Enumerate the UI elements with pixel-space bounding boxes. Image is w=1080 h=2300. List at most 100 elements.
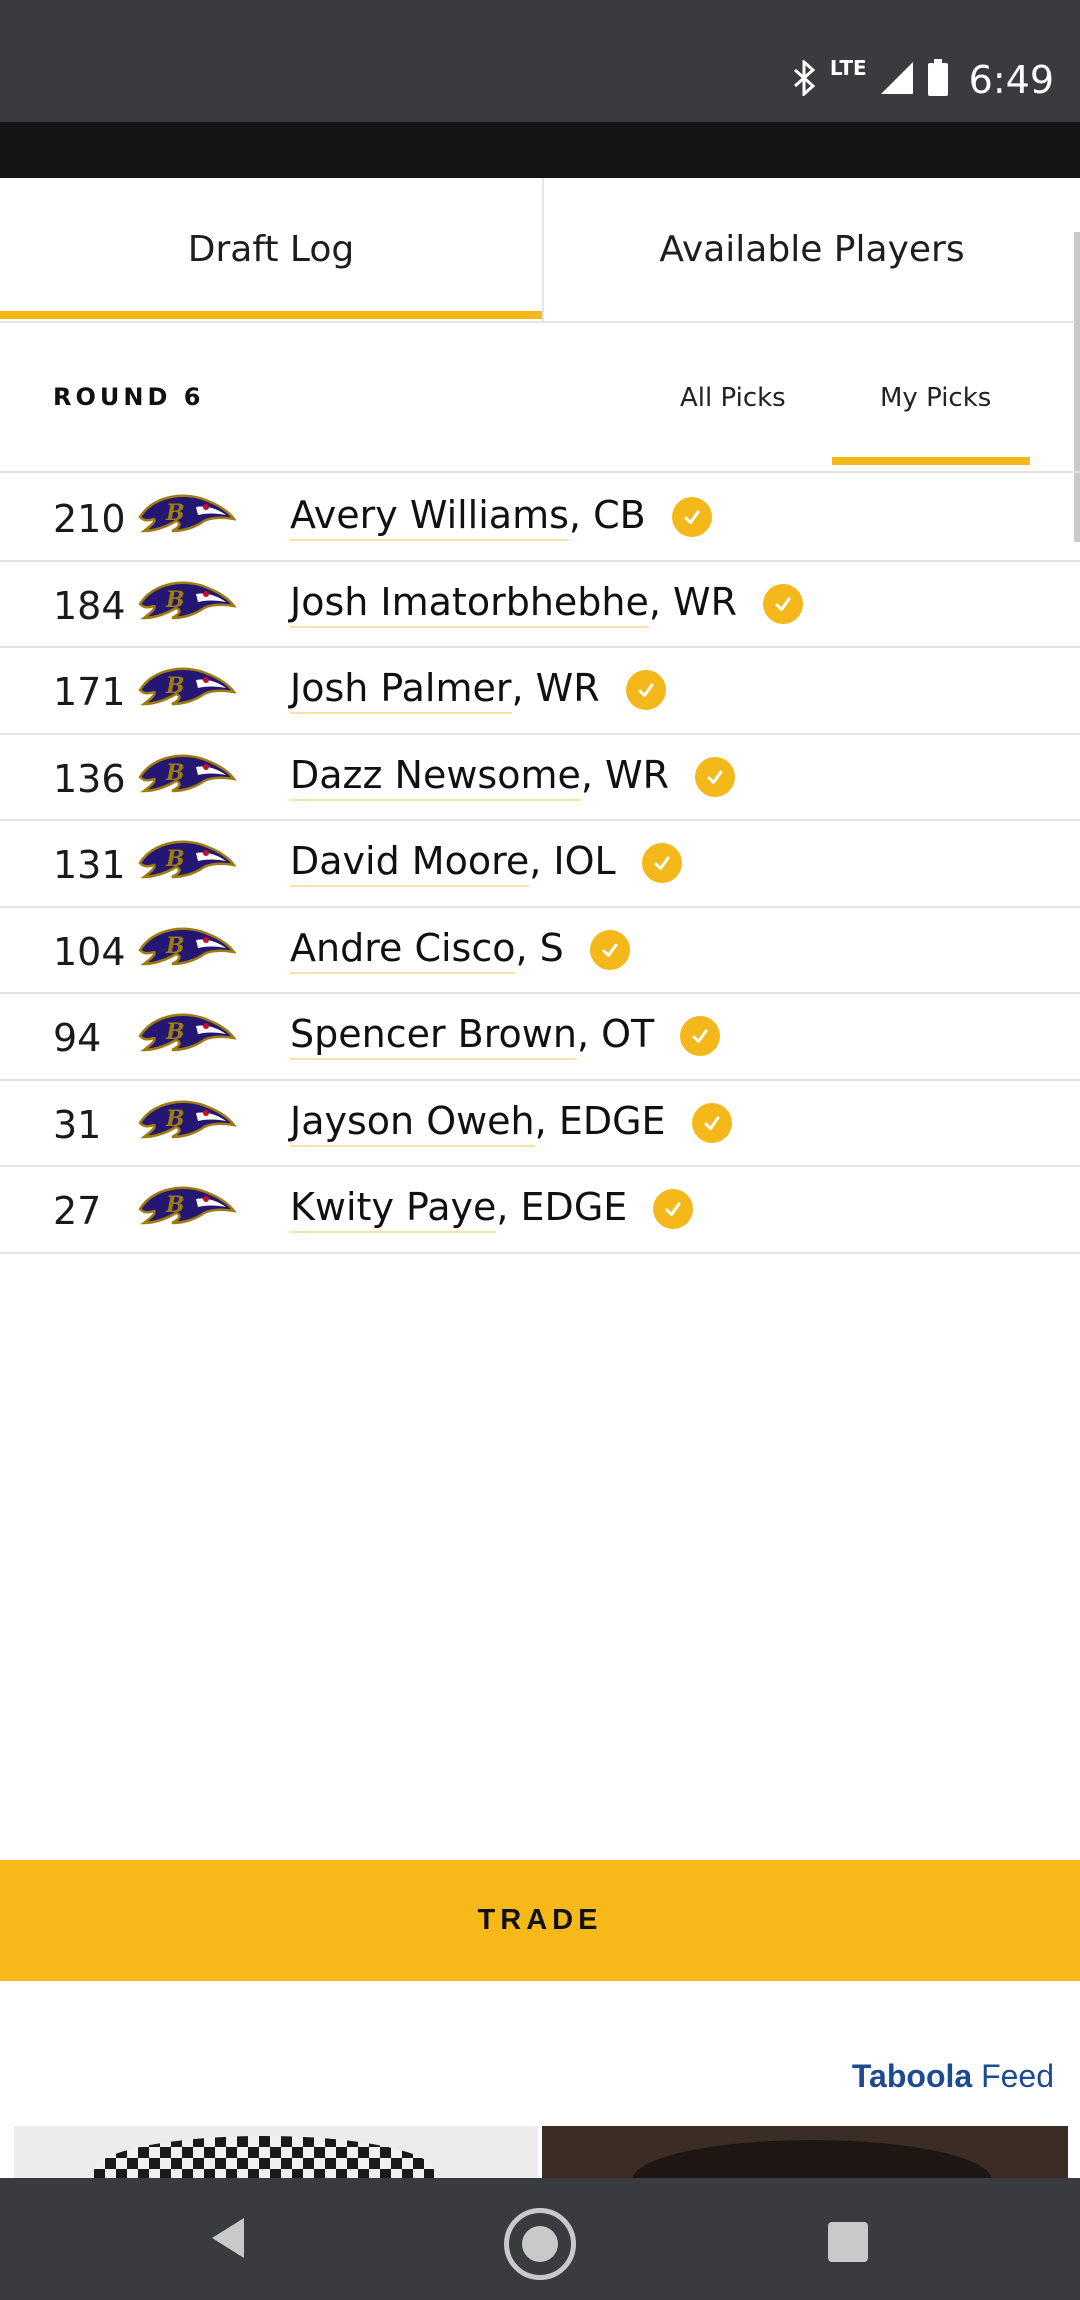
- pick-number: 210: [53, 497, 126, 541]
- svg-text:B: B: [165, 933, 185, 959]
- player-name-link[interactable]: Andre Cisco: [290, 926, 516, 974]
- player-name-link[interactable]: Jayson Oweh: [290, 1099, 535, 1147]
- pick-row[interactable]: 31 B Jayson Oweh , EDGE: [0, 1081, 1080, 1167]
- back-icon[interactable]: [208, 2214, 248, 2266]
- tab-available-players[interactable]: Available Players: [542, 178, 1080, 321]
- ravens-logo-icon: B: [136, 1006, 237, 1062]
- svg-text:B: B: [165, 500, 185, 526]
- ravens-logo-icon: B: [136, 833, 237, 889]
- status-time: 6:49: [968, 58, 1054, 102]
- player-position: , S: [515, 925, 564, 970]
- pick-row[interactable]: 131 B David Moore , IOL: [0, 821, 1080, 908]
- home-icon-dot: [522, 2226, 558, 2262]
- svg-text:B: B: [165, 587, 185, 613]
- player-info: Andre Cisco , S: [290, 926, 630, 974]
- ravens-logo-icon: B: [136, 574, 237, 630]
- active-filter-indicator: [832, 457, 1030, 465]
- player-info: Dazz Newsome , WR: [290, 753, 735, 801]
- player-position: , CB: [568, 493, 646, 537]
- pick-row[interactable]: 94 B Spencer Brown , OT: [0, 994, 1080, 1081]
- ravens-logo-icon: B: [136, 747, 237, 803]
- pick-row[interactable]: 136 B Dazz Newsome , WR: [0, 735, 1080, 821]
- network-type-label: LTE: [829, 56, 867, 80]
- filter-my-picks[interactable]: My Picks: [880, 383, 991, 413]
- player-position: , EDGE: [496, 1185, 628, 1229]
- player-position: , IOL: [529, 839, 616, 883]
- svg-text:B: B: [165, 673, 185, 699]
- tab-draft-log[interactable]: Draft Log: [0, 178, 542, 321]
- thumbnail-image: [94, 2136, 434, 2178]
- player-name-link[interactable]: Dazz Newsome: [290, 753, 581, 801]
- pick-row[interactable]: 171 B Josh Palmer , WR: [0, 648, 1080, 735]
- player-name-link[interactable]: Josh Palmer: [290, 666, 512, 714]
- player-name-link[interactable]: Spencer Brown: [290, 1012, 577, 1060]
- svg-text:B: B: [165, 1106, 185, 1132]
- player-position: , WR: [511, 666, 600, 710]
- check-icon: [763, 583, 804, 624]
- trade-button[interactable]: TRADE: [0, 1860, 1080, 1981]
- player-name-link[interactable]: David Moore: [290, 839, 530, 887]
- pick-number: 104: [53, 929, 126, 974]
- navigation-bar: [0, 2178, 1080, 2300]
- ravens-logo-icon: B: [136, 660, 237, 716]
- ravens-logo-icon: B: [136, 1179, 237, 1235]
- player-info: David Moore , IOL: [290, 839, 682, 887]
- player-info: Spencer Brown , OT: [290, 1012, 721, 1060]
- player-info: Josh Imatorbhebhe , WR: [290, 579, 804, 628]
- feed-thumbnail[interactable]: [14, 2126, 538, 2178]
- ravens-logo-icon: B: [136, 487, 237, 543]
- round-header: ROUND 6 All Picks My Picks: [0, 325, 1080, 473]
- home-icon[interactable]: [504, 2208, 576, 2280]
- recents-icon[interactable]: [828, 2222, 868, 2262]
- svg-text:B: B: [165, 760, 185, 786]
- ravens-logo-icon: B: [136, 1093, 237, 1149]
- pick-number: 171: [53, 670, 126, 714]
- check-icon: [691, 1102, 732, 1143]
- pick-row[interactable]: 27 B Kwity Paye , EDGE: [0, 1167, 1080, 1254]
- check-icon: [641, 843, 682, 883]
- player-position: , WR: [648, 579, 738, 624]
- pick-number: 131: [53, 843, 126, 887]
- player-name-link[interactable]: Josh Imatorbhebhe: [290, 580, 649, 628]
- player-name-link[interactable]: Avery Williams: [290, 493, 569, 541]
- active-tab-indicator: [0, 311, 542, 319]
- taboola-feed-label[interactable]: Taboola Feed: [852, 2058, 1054, 2095]
- player-position: , WR: [580, 752, 669, 797]
- player-info: Josh Palmer , WR: [290, 666, 666, 714]
- svg-text:B: B: [165, 846, 185, 872]
- pick-number: 136: [53, 756, 126, 801]
- player-position: , EDGE: [534, 1098, 666, 1143]
- pick-list: 210 B Avery Williams , CB 184 B Josh Ima…: [0, 475, 1080, 1254]
- feed-label: Feed: [981, 2058, 1054, 2094]
- signal-icon: [879, 60, 915, 100]
- svg-text:B: B: [165, 1019, 185, 1045]
- ravens-logo-icon: B: [136, 920, 237, 976]
- check-icon: [625, 670, 666, 710]
- player-name-link[interactable]: Kwity Paye: [290, 1185, 497, 1233]
- taboola-logo: Taboola: [851, 2058, 973, 2094]
- check-icon: [671, 497, 712, 537]
- thumbnail-image: [632, 2140, 992, 2178]
- check-icon: [653, 1189, 694, 1229]
- pick-number: 94: [53, 1016, 102, 1060]
- check-icon: [695, 756, 735, 797]
- check-icon: [680, 1016, 721, 1056]
- status-bar: LTE 6:49: [0, 0, 1080, 122]
- status-icons: LTE 6:49: [792, 52, 1054, 108]
- pick-row[interactable]: 210 B Avery Williams , CB: [0, 475, 1080, 562]
- bluetooth-icon: [792, 58, 818, 100]
- pick-row[interactable]: 104 B Andre Cisco , S: [0, 908, 1080, 994]
- pick-number: 27: [53, 1189, 102, 1233]
- filter-all-picks[interactable]: All Picks: [680, 383, 786, 413]
- pick-number: 31: [53, 1102, 102, 1147]
- pick-number: 184: [53, 583, 126, 628]
- round-label: ROUND 6: [53, 383, 205, 411]
- check-icon: [589, 929, 630, 970]
- header-strip: [0, 122, 1080, 178]
- feed-thumbnail[interactable]: [542, 2126, 1068, 2178]
- pick-row[interactable]: 184 B Josh Imatorbhebhe , WR: [0, 562, 1080, 648]
- player-position: , OT: [576, 1012, 655, 1056]
- player-info: Avery Williams , CB: [290, 493, 712, 541]
- player-info: Kwity Paye , EDGE: [290, 1185, 694, 1233]
- player-info: Jayson Oweh , EDGE: [290, 1099, 732, 1147]
